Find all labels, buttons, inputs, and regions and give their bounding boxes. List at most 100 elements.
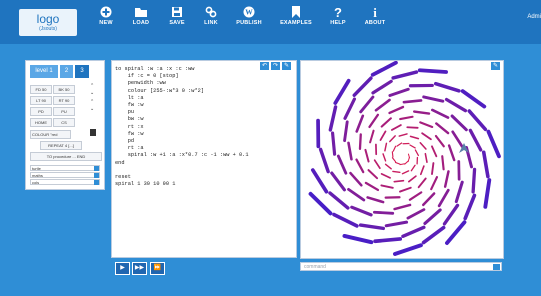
eraser-icon[interactable]: ✎ [282,62,291,70]
spiral-stroke [372,210,395,215]
spiral-stroke [382,153,387,162]
spiral-stroke [437,188,450,208]
spiral-stroke [371,79,393,95]
spiral-stroke [359,95,375,114]
load-button[interactable]: LOAD [121,6,161,26]
spiral-stroke [402,99,423,104]
spiral-stroke [451,130,464,148]
spiral-stroke [364,148,370,163]
spiral-stroke [460,89,487,109]
spiral-stroke [369,129,375,144]
spiral-stroke [399,163,406,166]
admin-link[interactable]: Admi [527,14,541,20]
spiral-stroke [318,147,330,174]
publish-button[interactable]: W PUBLISH [229,6,269,26]
lt-button[interactable]: LT 90 [30,96,52,105]
new-label: NEW [99,20,113,26]
spiral-stroke [467,109,488,132]
spiral-stroke [380,117,392,128]
about-button[interactable]: i ABOUT [355,6,395,26]
spiral-stroke [384,163,392,170]
plus-circle-icon [100,6,112,18]
spiral-stroke [409,135,420,140]
spiral-stroke [399,115,414,121]
help-button[interactable]: ? HELP [318,6,358,26]
step-button[interactable]: ▶▶ [132,262,147,275]
palette-icon[interactable] [90,129,96,136]
spiral-stroke [384,220,409,228]
spiral-stroke [435,122,450,135]
chevron-down-icon[interactable] [493,264,500,270]
spiral-stroke [419,165,425,176]
chevron-down-icon[interactable]: ⌄ [90,90,94,96]
code-text[interactable]: to spiral :w :a :x :c :ww if :c = 0 [sto… [115,66,295,188]
logo-subtext: (Jsouts) [39,26,57,32]
spiral-stroke [431,162,435,175]
code-editor[interactable]: to spiral :w :a :x :c :ww if :c = 0 [sto… [111,60,297,258]
maths-select[interactable]: maths [30,172,100,178]
spiral-stroke [404,160,409,165]
pu-button[interactable]: PU [53,107,75,116]
tab-level-2[interactable]: 2 [60,65,73,78]
spiral-stroke [408,191,423,201]
spiral-stroke [481,150,490,179]
cs-button[interactable]: CS [53,118,75,127]
chevron-down-icon[interactable]: ⌄ [90,106,94,112]
spiral-stroke [392,243,423,256]
chevron-up-icon[interactable]: ⌃ [90,83,94,89]
spiral-stroke [373,237,403,244]
spiral-stroke [388,87,410,97]
command-input[interactable]: command [300,262,502,271]
command-panel: level 1 2 3 FD 50 BK 50 LT 90 RT 90 PD P… [25,60,105,190]
chevron-down-icon [94,166,99,171]
fd-button[interactable]: FD 50 [30,85,52,94]
play-button[interactable]: ▶ [115,262,130,275]
wordpress-icon: W [243,6,255,18]
logo[interactable]: logo (Jsouts) [19,9,77,36]
fast-forward-button[interactable]: ⏩ [150,262,165,275]
spiral-stroke [447,144,456,162]
spiral-stroke [419,141,427,150]
spiral-stroke [373,159,381,170]
folder-icon [135,8,147,17]
tab-level-3[interactable]: 3 [75,65,89,78]
chevron-up-icon[interactable]: ⌃ [90,99,94,105]
drawing-canvas[interactable]: ✎ [300,60,504,259]
floppy-icon [172,7,182,17]
new-button[interactable]: NEW [86,6,126,26]
home-button[interactable]: HOME [30,118,52,127]
turtle-select[interactable]: turtle [30,165,100,171]
spiral-stroke [331,131,337,156]
spiral-stroke [433,81,461,93]
cols-select[interactable]: cols [30,179,100,185]
bk-button[interactable]: BK 50 [53,85,75,94]
examples-button[interactable]: EXAMPLES [276,6,316,26]
spiral-stroke [392,145,397,152]
spiral-stroke [391,151,394,158]
spiral-stroke [399,186,412,193]
rt-button[interactable]: RT 90 [53,96,75,105]
load-label: LOAD [132,20,150,26]
question-icon: ? [334,6,342,18]
undo-icon[interactable]: ↶ [260,62,269,70]
spiral-stroke [367,169,379,180]
procedure-button[interactable]: TO procedure ... END [30,152,102,161]
redo-icon[interactable]: ↷ [271,62,280,70]
spiral-stroke [423,208,442,225]
spiral-stroke [471,167,477,194]
link-button[interactable]: LINK [191,6,231,26]
spiral-stroke [374,98,391,112]
pd-button[interactable]: PD [30,107,52,116]
spiral-stroke [406,126,419,129]
colour-button[interactable]: COLOUR "red [30,130,71,139]
spiral-stroke [392,170,401,174]
repeat-button[interactable]: REPEAT 4 [...] [40,141,82,150]
spiral-stroke [463,193,477,221]
spiral-stroke [417,68,448,74]
spiral-stroke [380,184,394,189]
turtle-select-label: turtle [32,166,41,171]
spiral-stroke [396,142,403,147]
spiral-stroke [366,196,385,204]
maths-select-label: maths [32,173,43,178]
tab-level-1[interactable]: level 1 [30,65,58,78]
